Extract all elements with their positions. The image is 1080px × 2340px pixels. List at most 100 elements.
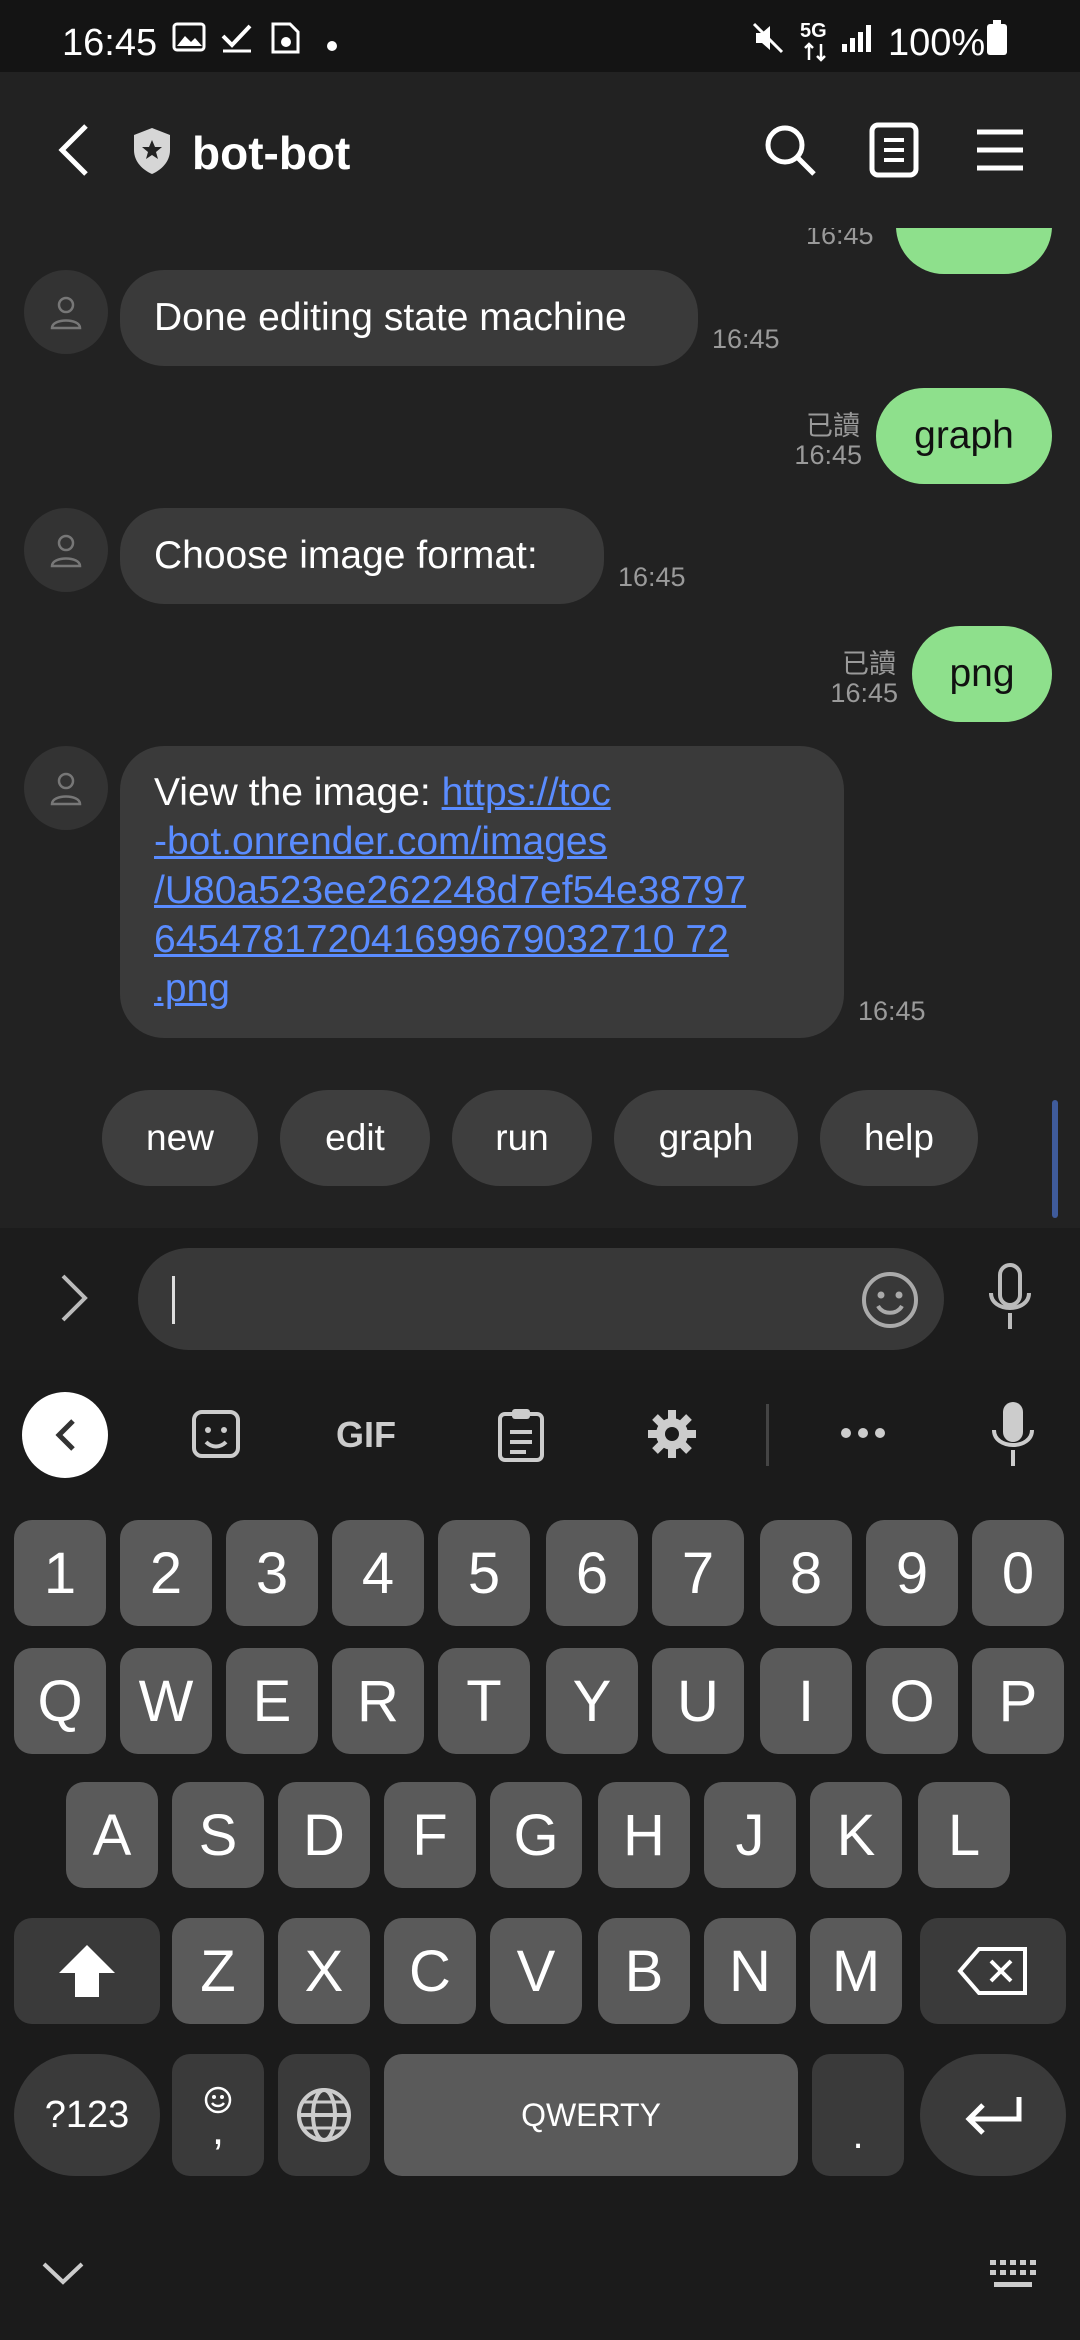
emoji-smile-icon[interactable]	[860, 1270, 920, 1330]
key-x[interactable]: X	[278, 1918, 370, 2024]
incoming-message[interactable]: Done editing state machine	[120, 270, 698, 366]
message-text: Done editing state machine	[154, 296, 627, 339]
key-8[interactable]: 8	[760, 1520, 852, 1626]
key-k[interactable]: K	[810, 1782, 902, 1888]
expand-menu-button[interactable]	[44, 1268, 104, 1328]
gallery-notification-icon	[172, 22, 206, 52]
outgoing-message[interactable]: graph	[876, 388, 1052, 484]
key-g[interactable]: G	[490, 1782, 582, 1888]
key-u[interactable]: U	[652, 1648, 744, 1754]
key-3[interactable]: 3	[226, 1520, 318, 1626]
shift-key[interactable]	[14, 1918, 160, 2024]
key-t[interactable]: T	[438, 1648, 530, 1754]
hide-keyboard-chevron-icon[interactable]	[40, 2260, 86, 2288]
clipboard-icon[interactable]	[496, 1406, 546, 1464]
signal-strength-icon	[842, 25, 871, 52]
message-time-partial: 16:45	[806, 228, 874, 250]
chevron-left-icon	[55, 1419, 75, 1451]
microphone-icon	[989, 1263, 1031, 1329]
toolbar-divider	[766, 1404, 769, 1466]
read-receipt: 已讀	[806, 411, 860, 441]
key-c[interactable]: C	[384, 1918, 476, 2024]
key-9[interactable]: 9	[866, 1520, 958, 1626]
search-button[interactable]	[752, 112, 828, 188]
settings-gear-icon[interactable]	[646, 1408, 698, 1460]
key-l[interactable]: L	[918, 1782, 1010, 1888]
key-e[interactable]: E	[226, 1648, 318, 1754]
menu-button[interactable]	[962, 112, 1038, 188]
key-s[interactable]: S	[172, 1782, 264, 1888]
keyboard-collapse-button[interactable]	[22, 1392, 108, 1478]
battery-icon	[987, 20, 1007, 55]
chat-header: bot-bot	[0, 72, 1080, 228]
key-7[interactable]: 7	[652, 1520, 744, 1626]
outgoing-message[interactable]: png	[912, 626, 1052, 722]
key-o[interactable]: O	[866, 1648, 958, 1754]
quick-reply-edit[interactable]: edit	[280, 1090, 430, 1186]
message-list[interactable]: 16:45 Done editing state machine 16:45 已…	[0, 228, 1080, 1228]
message-time: 16:45	[712, 324, 780, 354]
key-h[interactable]: H	[598, 1782, 690, 1888]
key-j[interactable]: J	[704, 1782, 796, 1888]
quick-reply-graph[interactable]: graph	[614, 1090, 798, 1186]
backspace-icon	[957, 1947, 1027, 1995]
comma-emoji-key[interactable]: ,	[172, 2054, 264, 2176]
key-f[interactable]: F	[384, 1782, 476, 1888]
key-5[interactable]: 5	[438, 1520, 530, 1626]
key-n[interactable]: N	[704, 1918, 796, 2024]
incoming-message-with-link[interactable]: View the image: https://toc -bot.onrender…	[120, 746, 844, 1038]
voice-message-button[interactable]	[978, 1258, 1042, 1338]
message-input[interactable]	[138, 1248, 944, 1350]
mute-icon	[752, 22, 784, 54]
key-z[interactable]: Z	[172, 1918, 264, 2024]
sticker-icon[interactable]	[190, 1408, 244, 1462]
backspace-key[interactable]	[920, 1918, 1066, 2024]
chat-title: bot-bot	[192, 127, 351, 179]
keyboard-switch-icon[interactable]	[988, 2258, 1040, 2292]
bot-avatar[interactable]	[24, 508, 108, 592]
key-d[interactable]: D	[278, 1782, 370, 1888]
key-m[interactable]: M	[810, 1918, 902, 2024]
quick-reply-new[interactable]: new	[102, 1090, 258, 1186]
notes-icon	[869, 122, 919, 178]
period-key[interactable]: .	[812, 2054, 904, 2176]
quick-reply-help[interactable]: help	[820, 1090, 978, 1186]
bot-avatar[interactable]	[24, 746, 108, 830]
text-cursor	[172, 1276, 175, 1324]
document-notification-icon	[271, 22, 300, 54]
enter-key[interactable]	[920, 2054, 1066, 2176]
key-0[interactable]: 0	[972, 1520, 1064, 1626]
key-1[interactable]: 1	[14, 1520, 106, 1626]
key-y[interactable]: Y	[546, 1648, 638, 1754]
voice-input-microphone-icon[interactable]	[990, 1400, 1036, 1470]
key-p[interactable]: P	[972, 1648, 1064, 1754]
quick-reply-run[interactable]: run	[452, 1090, 592, 1186]
key-w[interactable]: W	[120, 1648, 212, 1754]
enter-arrow-icon	[965, 2097, 1022, 2135]
symbols-key[interactable]: ?123	[14, 2054, 160, 2176]
more-options-icon[interactable]	[840, 1426, 886, 1440]
keyboard-toolbar: GIF	[0, 1370, 1080, 1500]
key-6[interactable]: 6	[546, 1520, 638, 1626]
space-key[interactable]: QWERTY	[384, 2054, 798, 2176]
key-i[interactable]: I	[760, 1648, 852, 1754]
key-r[interactable]: R	[332, 1648, 424, 1754]
message-input-bar	[0, 1228, 1080, 1370]
search-icon	[765, 125, 816, 176]
message-text: png	[949, 652, 1015, 695]
key-v[interactable]: V	[490, 1918, 582, 2024]
key-b[interactable]: B	[598, 1918, 690, 2024]
language-key[interactable]	[278, 2054, 370, 2176]
key-q[interactable]: Q	[14, 1648, 106, 1754]
outgoing-message-partial[interactable]	[896, 228, 1052, 274]
incoming-message[interactable]: Choose image format:	[120, 508, 604, 604]
key-2[interactable]: 2	[120, 1520, 212, 1626]
notes-button[interactable]	[856, 112, 932, 188]
back-button[interactable]	[36, 112, 112, 188]
key-4[interactable]: 4	[332, 1520, 424, 1626]
bot-avatar[interactable]	[24, 270, 108, 354]
message-time: 16:45	[794, 440, 862, 470]
scrollbar[interactable]	[1052, 1100, 1058, 1218]
gif-button[interactable]: GIF	[336, 1414, 396, 1456]
key-a[interactable]: A	[66, 1782, 158, 1888]
